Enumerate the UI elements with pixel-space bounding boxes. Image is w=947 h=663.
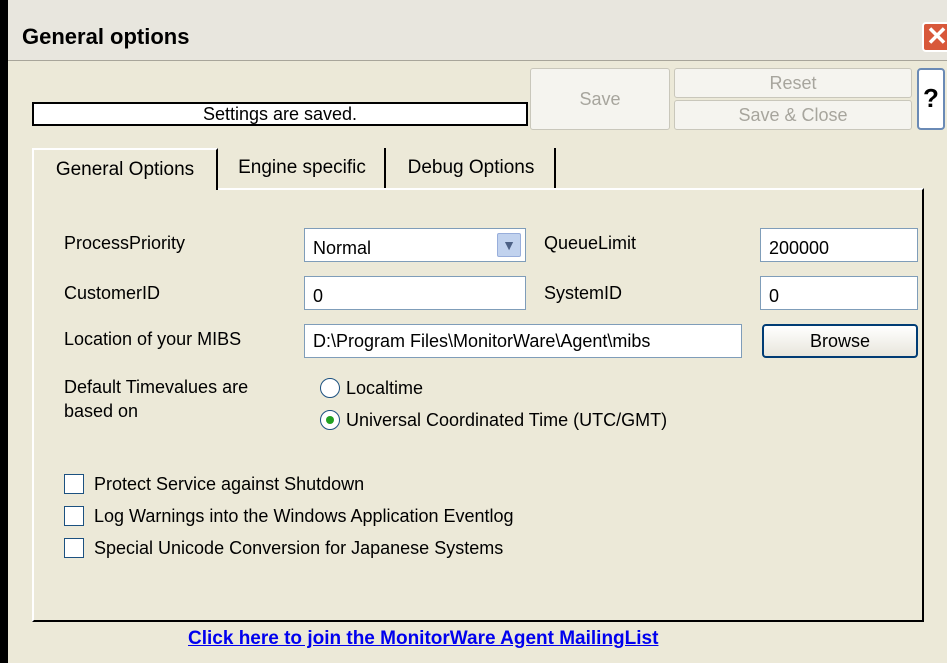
mailing-list-link[interactable]: Click here to join the MonitorWare Agent…	[188, 628, 658, 650]
browse-button[interactable]: Browse	[762, 324, 918, 358]
customer-id-input[interactable]: 0	[304, 276, 526, 310]
customer-id-label: CustomerID	[64, 283, 161, 303]
protect-service-label[interactable]: Protect Service against Shutdown	[94, 473, 364, 495]
protect-service-checkbox[interactable]	[64, 474, 84, 494]
localtime-label[interactable]: Localtime	[346, 377, 423, 399]
queue-limit-label: QueueLimit	[544, 233, 637, 253]
status-message: Settings are saved.	[32, 102, 528, 126]
mibs-location-label: Location of your MIBS	[64, 329, 242, 349]
unicode-conversion-label[interactable]: Special Unicode Conversion for Japanese …	[94, 537, 503, 559]
utc-radio[interactable]	[320, 410, 340, 430]
reset-button[interactable]: Reset	[674, 68, 912, 98]
log-warnings-label[interactable]: Log Warnings into the Windows Applicatio…	[94, 505, 514, 527]
timevalues-label-line2: based on	[64, 401, 139, 421]
title-bar: General options ✕	[8, 0, 947, 61]
system-id-label: SystemID	[544, 283, 623, 303]
process-priority-value: Normal	[313, 238, 372, 258]
unicode-conversion-checkbox[interactable]	[64, 538, 84, 558]
save-close-button[interactable]: Save & Close	[674, 100, 912, 130]
general-options-window: General options ✕ Settings are saved. Sa…	[0, 0, 947, 663]
system-id-input[interactable]: 0	[760, 276, 918, 310]
tab-general-options[interactable]: General Options	[32, 148, 218, 190]
localtime-radio[interactable]	[320, 378, 340, 398]
process-priority-label: ProcessPriority	[64, 233, 186, 253]
save-button[interactable]: Save	[530, 68, 670, 130]
close-icon: ✕	[926, 21, 947, 51]
queue-limit-input[interactable]: 200000	[760, 228, 918, 262]
timevalues-label-line1: Default Timevalues are	[64, 377, 249, 397]
tab-debug-options[interactable]: Debug Options	[388, 148, 556, 188]
tab-engine-specific[interactable]: Engine specific	[220, 148, 386, 188]
window-title: General options	[22, 24, 190, 49]
mibs-location-input[interactable]: D:\Program Files\MonitorWare\Agent\mibs	[304, 324, 742, 358]
chevron-down-icon[interactable]: ▼	[497, 233, 521, 257]
utc-label[interactable]: Universal Coordinated Time (UTC/GMT)	[346, 409, 667, 431]
help-button[interactable]: ?	[917, 68, 945, 130]
radio-selected-dot	[326, 416, 334, 424]
log-warnings-checkbox[interactable]	[64, 506, 84, 526]
close-button[interactable]: ✕	[922, 22, 947, 52]
window-left-edge	[0, 0, 8, 663]
process-priority-select[interactable]: Normal ▼	[304, 228, 526, 262]
